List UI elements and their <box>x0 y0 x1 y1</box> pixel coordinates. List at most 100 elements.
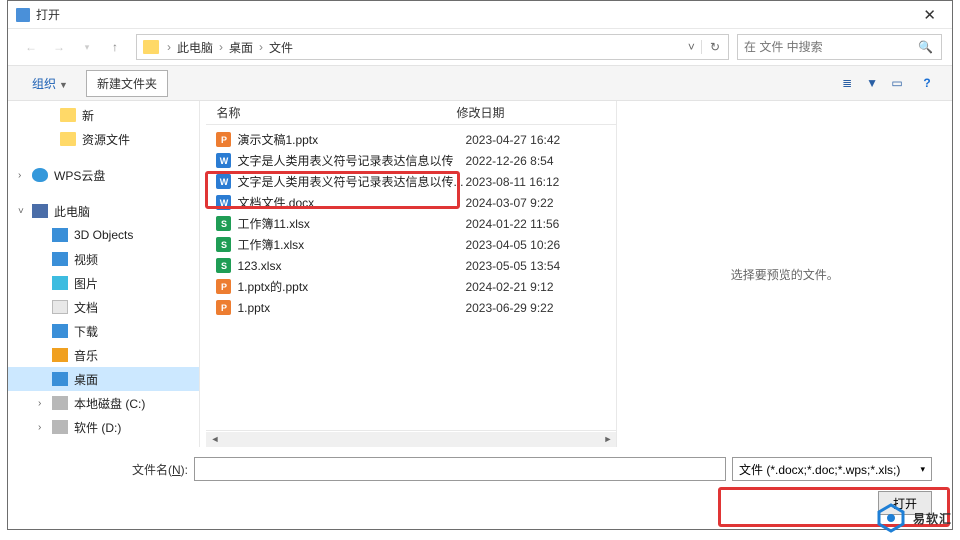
tree-item-dl[interactable]: 下载 <box>8 319 199 343</box>
crumb-desktop[interactable]: 桌面 <box>225 39 257 56</box>
preview-pane: 选择要预览的文件。 <box>616 101 952 447</box>
file-list: P 演示文稿1.pptx2023-04-27 16:42 W 文字是人类用表义符号记录… <box>200 125 616 430</box>
close-icon[interactable]: ✕ <box>915 3 944 27</box>
watermark-logo-icon <box>875 502 907 534</box>
search-icon[interactable]: 🔍 <box>910 40 941 54</box>
chevron-right-icon: › <box>217 40 225 54</box>
scroll-track[interactable] <box>223 432 599 447</box>
file-name: 文档文件.docx <box>237 194 465 211</box>
forward-button[interactable]: → <box>46 34 72 60</box>
help-icon[interactable]: ? <box>916 76 938 90</box>
organize-button[interactable]: 组织▼ <box>22 71 78 96</box>
tree-item-doc[interactable]: 文档 <box>8 295 199 319</box>
back-button[interactable]: ← <box>18 34 44 60</box>
file-row[interactable]: S 工作簿11.xlsx2024-01-22 11:56 <box>206 213 616 234</box>
file-name: 工作簿1.xlsx <box>237 236 465 253</box>
file-row[interactable]: S 123.xlsx2023-05-05 13:54 <box>206 255 616 276</box>
file-type-icon: W <box>216 153 231 168</box>
file-row[interactable]: P 演示文稿1.pptx2023-04-27 16:42 <box>206 129 616 150</box>
file-date: 2023-05-05 13:54 <box>465 259 560 273</box>
tree-item-wps[interactable]: ›WPS云盘 <box>8 163 199 187</box>
file-name: 1.pptx的.pptx <box>237 278 465 295</box>
crumb-pc[interactable]: 此电脑 <box>173 39 217 56</box>
watermark: 易软汇 <box>875 502 952 534</box>
file-type-icon: S <box>216 216 231 231</box>
tree-item-ddisk[interactable]: ›软件 (D:) <box>8 415 199 439</box>
up-button[interactable]: ↑ <box>102 34 128 60</box>
file-row[interactable]: P 1.pptx2023-06-29 9:22 <box>206 297 616 318</box>
toolbar: 组织▼ 新建文件夹 ≣▼ ▭ ? <box>8 65 952 101</box>
dialog-body: 新 资源文件 ›WPS云盘 ˅此电脑 3D Objects 视频 图片 文档 下… <box>8 101 952 447</box>
scroll-left-icon[interactable]: ◄ <box>206 432 223 447</box>
tree-item-new[interactable]: 新 <box>8 103 199 127</box>
file-date: 2023-06-29 9:22 <box>465 301 553 315</box>
tree-item-pc[interactable]: ˅此电脑 <box>8 199 199 223</box>
file-area: 名称 修改日期 P 演示文稿1.pptx2023-04-27 16:42 W 文字是人… <box>200 101 616 447</box>
tree-item-res[interactable]: 资源文件 <box>8 127 199 151</box>
folder-icon <box>143 40 159 54</box>
bottom-panel: 文件名(N): 文件 (*.docx;*.doc;*.wps;*.xls;)▾ … <box>8 447 952 529</box>
watermark-text: 易软汇 <box>913 510 952 527</box>
tree-item-music[interactable]: 音乐 <box>8 343 199 367</box>
file-date: 2024-01-22 11:56 <box>465 217 559 231</box>
tree-item-img[interactable]: 图片 <box>8 271 199 295</box>
open-dialog: 打开 ✕ ← → ▾ ↑ › 此电脑 › 桌面 › 文件 ˅ ↻ 🔍 组织▼ 新… <box>7 0 953 530</box>
col-date[interactable]: 修改日期 <box>456 104 616 121</box>
h-scrollbar[interactable]: ◄ ► <box>206 430 616 447</box>
filetype-dropdown[interactable]: 文件 (*.docx;*.doc;*.wps;*.xls;)▾ <box>732 457 932 481</box>
search-input[interactable] <box>738 40 910 54</box>
file-date: 2023-08-11 16:12 <box>465 175 559 189</box>
tree-item-video[interactable]: 视频 <box>8 247 199 271</box>
view-icon[interactable]: ≣ <box>836 76 858 90</box>
column-headers: 名称 修改日期 <box>206 101 616 125</box>
file-row[interactable]: W 文档文件.docx2024-03-07 9:22 <box>206 192 616 213</box>
file-type-icon: P <box>216 279 231 294</box>
nav-row: ← → ▾ ↑ › 此电脑 › 桌面 › 文件 ˅ ↻ 🔍 <box>8 29 952 65</box>
button-row: 打开 <box>28 491 932 515</box>
file-type-icon: P <box>216 132 231 147</box>
address-bar[interactable]: › 此电脑 › 桌面 › 文件 ˅ ↻ <box>136 34 729 60</box>
new-folder-button[interactable]: 新建文件夹 <box>86 70 168 97</box>
window-title: 打开 <box>36 6 915 23</box>
chevron-right-icon: › <box>165 40 173 54</box>
app-icon <box>16 8 30 22</box>
file-type-icon: S <box>216 258 231 273</box>
file-row[interactable]: W 文字是人类用表义符号记录表达信息以传2022-12-26 8:54 <box>206 150 616 171</box>
tree-item-desktop[interactable]: 桌面 <box>8 367 199 391</box>
file-type-icon: W <box>216 195 231 210</box>
file-date: 2023-04-05 10:26 <box>465 238 560 252</box>
nav-tree: 新 资源文件 ›WPS云盘 ˅此电脑 3D Objects 视频 图片 文档 下… <box>8 101 200 447</box>
file-row[interactable]: P 1.pptx的.pptx2024-02-21 9:12 <box>206 276 616 297</box>
file-date: 2023-04-27 16:42 <box>465 133 560 147</box>
chevron-right-icon: › <box>257 40 265 54</box>
filename-row: 文件名(N): 文件 (*.docx;*.doc;*.wps;*.xls;)▾ <box>28 457 932 481</box>
search-box[interactable]: 🔍 <box>737 34 942 60</box>
file-name: 文字是人类用表义符号记录表达信息以传 <box>237 152 465 169</box>
file-date: 2024-02-21 9:12 <box>465 280 553 294</box>
filename-input[interactable] <box>194 457 726 481</box>
file-name: 工作簿11.xlsx <box>237 215 465 232</box>
recent-dropdown[interactable]: ▾ <box>74 34 100 60</box>
file-row[interactable]: S 工作簿1.xlsx2023-04-05 10:26 <box>206 234 616 255</box>
tree-item-3d[interactable]: 3D Objects <box>8 223 199 247</box>
titlebar: 打开 ✕ <box>8 1 952 29</box>
file-name: 文字是人类用表义符号记录表达信息以传... <box>237 173 465 190</box>
file-row[interactable]: W 文字是人类用表义符号记录表达信息以传...2023-08-11 16:12 <box>206 171 616 192</box>
preview-icon[interactable]: ▭ <box>886 76 908 90</box>
file-name: 演示文稿1.pptx <box>237 131 465 148</box>
tree-item-cdisk[interactable]: ›本地磁盘 (C:) <box>8 391 199 415</box>
file-date: 2024-03-07 9:22 <box>465 196 553 210</box>
address-dropdown[interactable]: ˅ <box>682 40 701 54</box>
preview-text: 选择要预览的文件。 <box>731 266 839 283</box>
file-type-icon: S <box>216 237 231 252</box>
file-type-icon: W <box>216 174 231 189</box>
file-type-icon: P <box>216 300 231 315</box>
filename-label: 文件名(N): <box>28 461 188 478</box>
refresh-button[interactable]: ↻ <box>701 40 728 54</box>
col-name[interactable]: 名称 <box>206 104 456 121</box>
file-name: 123.xlsx <box>237 259 465 273</box>
file-name: 1.pptx <box>237 301 465 315</box>
file-date: 2022-12-26 8:54 <box>465 154 553 168</box>
crumb-folder[interactable]: 文件 <box>265 39 297 56</box>
scroll-right-icon[interactable]: ► <box>599 432 616 447</box>
